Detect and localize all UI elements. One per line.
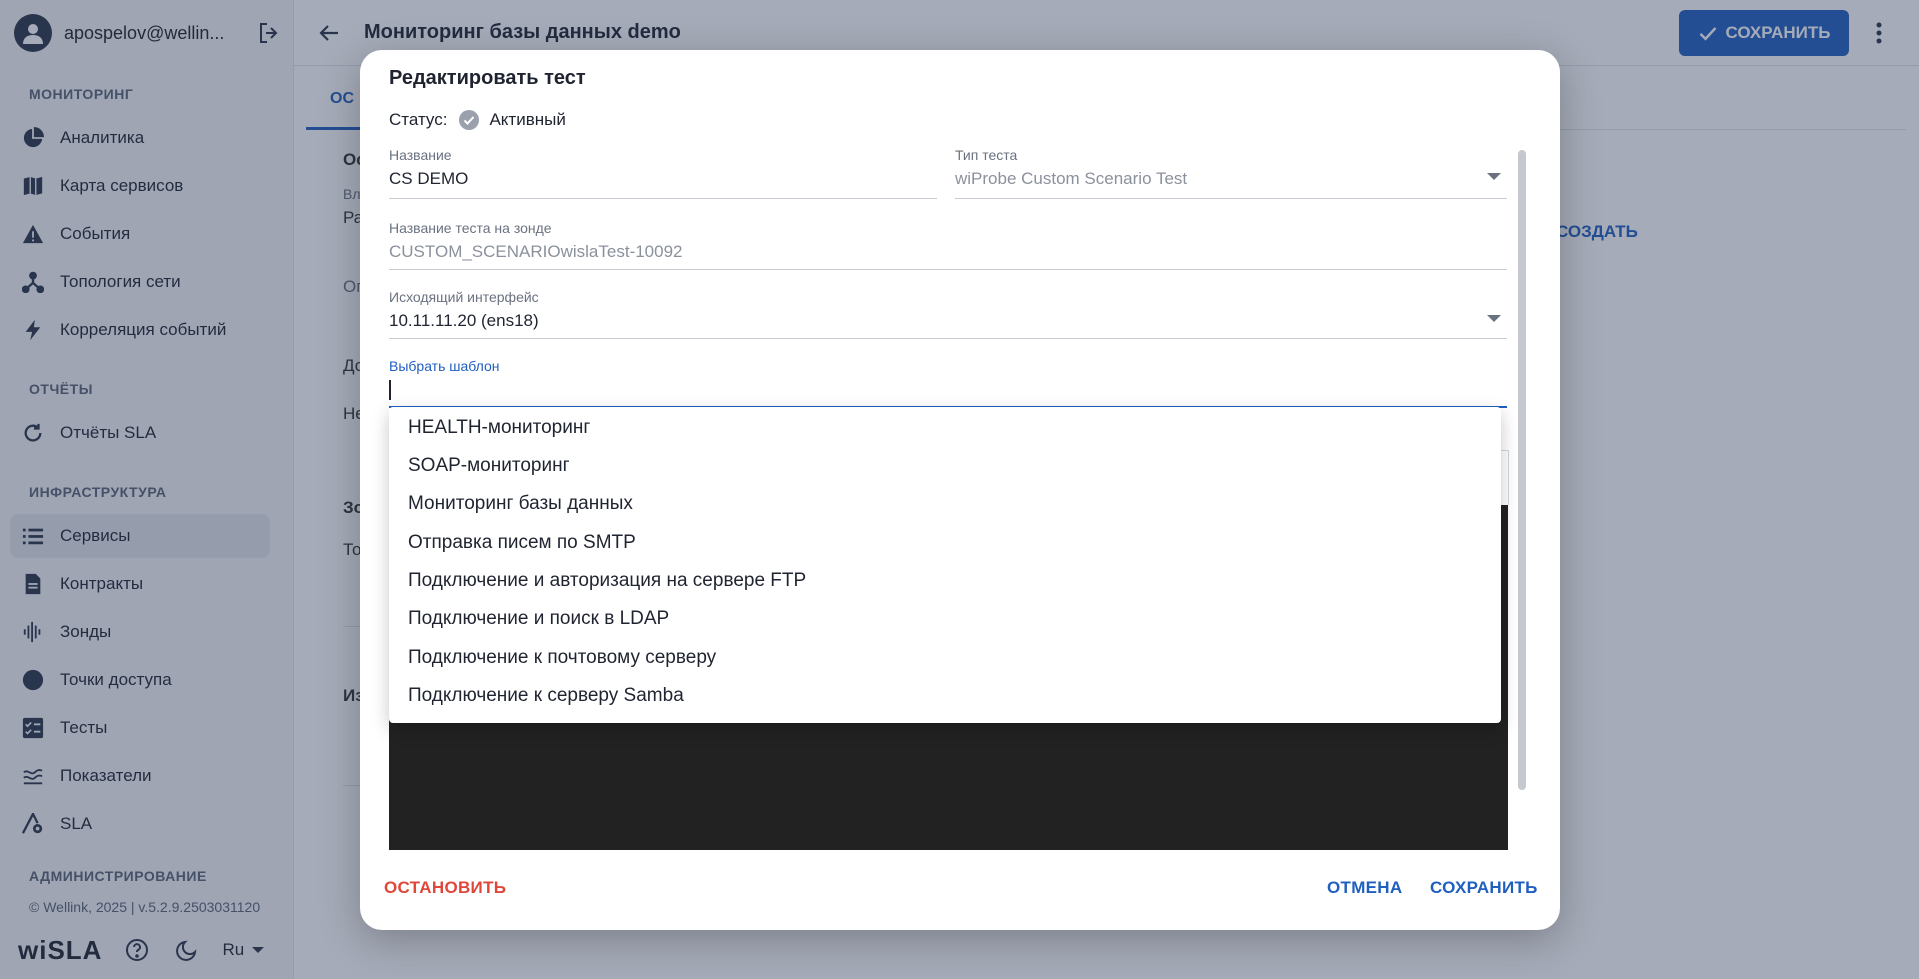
probe-test-name-label: Название теста на зонде <box>389 220 552 236</box>
cancel-button[interactable]: ОТМЕНА <box>1327 878 1402 898</box>
name-field-label: Название <box>389 147 452 163</box>
dropdown-option[interactable]: Мониторинг базы данных <box>389 485 1501 523</box>
text-cursor <box>389 380 391 400</box>
dialog-scrollbar[interactable] <box>1518 150 1526 790</box>
scroll-thumb[interactable] <box>1518 150 1526 790</box>
dropdown-option[interactable]: Отправка писем по SMTP <box>389 524 1501 562</box>
chevron-down-icon <box>1487 173 1501 180</box>
check-circle-icon <box>459 110 480 130</box>
name-field-value: CS DEMO <box>389 169 469 188</box>
template-input[interactable]: Выбрать шаблон <box>389 358 1507 408</box>
status-value: Активный <box>489 110 566 129</box>
template-dropdown: HEALTH-мониторинг SOAP-мониторинг Монито… <box>389 407 1501 723</box>
name-field[interactable]: Название CS DEMO <box>389 147 937 199</box>
probe-test-name-value: CUSTOM_SCENARIOwislaTest-10092 <box>389 242 683 261</box>
test-type-label: Тип теста <box>955 147 1018 163</box>
dropdown-option[interactable]: HEALTH-мониторинг <box>389 409 1501 447</box>
edit-test-dialog: Редактировать тест Статус: Активный Назв… <box>360 50 1560 930</box>
dropdown-option[interactable]: Подключение к серверу Samba <box>389 677 1501 715</box>
dropdown-option[interactable]: Подключение и авторизация на сервере FTP <box>389 562 1501 600</box>
dropdown-option[interactable]: Подключение и поиск в LDAP <box>389 600 1501 638</box>
template-label: Выбрать шаблон <box>389 358 500 374</box>
interface-value: 10.11.11.20 (ens18) <box>389 311 539 330</box>
test-type-value: wiProbe Custom Scenario Test <box>955 169 1188 188</box>
probe-test-name-field[interactable]: Название теста на зонде CUSTOM_SCENARIOw… <box>389 220 1507 270</box>
interface-label: Исходящий интерфейс <box>389 289 539 305</box>
stop-button[interactable]: ОСТАНОВИТЬ <box>384 878 506 898</box>
test-type-select[interactable]: Тип теста wiProbe Custom Scenario Test <box>955 147 1507 199</box>
status-row: Статус: Активный <box>389 108 566 132</box>
save-button[interactable]: СОХРАНИТЬ <box>1430 878 1538 898</box>
dropdown-option[interactable]: Подключение к почтовому серверу <box>389 639 1501 677</box>
dropdown-option[interactable]: SOAP-мониторинг <box>389 447 1501 485</box>
interface-select[interactable]: Исходящий интерфейс 10.11.11.20 (ens18) <box>389 289 1507 339</box>
status-label: Статус: <box>389 110 448 129</box>
chevron-down-icon <box>1487 315 1501 322</box>
dialog-title: Редактировать тест <box>389 67 586 89</box>
